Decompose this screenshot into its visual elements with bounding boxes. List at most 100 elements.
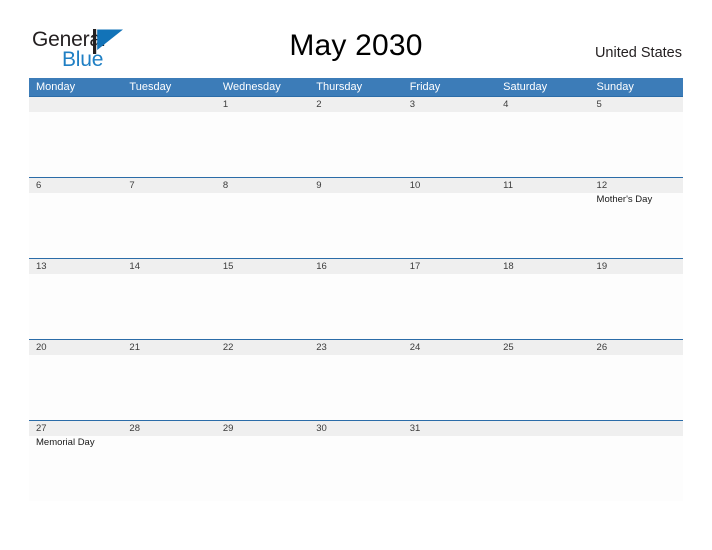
day-cell[interactable] [496, 274, 589, 339]
day-number[interactable]: 22 [216, 340, 309, 355]
day-number[interactable]: 31 [403, 421, 496, 436]
day-number[interactable]: 19 [590, 259, 683, 274]
page-header: General Blue May 2030 United States [0, 0, 712, 78]
day-number[interactable]: 9 [309, 178, 402, 193]
day-cell[interactable] [216, 193, 309, 258]
day-cell[interactable] [122, 193, 215, 258]
day-event: Mother's Day [596, 194, 653, 205]
day-cell[interactable] [403, 274, 496, 339]
week-date-band: 20 21 22 23 24 25 26 [29, 340, 683, 355]
day-cell[interactable] [496, 112, 589, 177]
calendar-week-row: 6 7 8 9 10 11 12 Mother's Day [29, 177, 683, 258]
country-label: United States [594, 45, 682, 61]
day-cell[interactable] [122, 355, 215, 420]
day-number[interactable]: 23 [309, 340, 402, 355]
day-cell[interactable] [122, 274, 215, 339]
day-number[interactable]: 27 [29, 421, 122, 436]
week-event-band [29, 112, 683, 177]
day-number[interactable]: 25 [496, 340, 589, 355]
week-event-band [29, 355, 683, 420]
day-cell[interactable] [496, 193, 589, 258]
day-cell[interactable] [309, 274, 402, 339]
day-number[interactable]: 14 [122, 259, 215, 274]
day-cell[interactable] [403, 193, 496, 258]
day-cell[interactable] [309, 193, 402, 258]
day-number-empty [496, 421, 589, 436]
day-cell[interactable] [403, 112, 496, 177]
weekday-header-sunday: Sunday [596, 81, 634, 93]
day-number[interactable]: 26 [590, 340, 683, 355]
day-cell[interactable] [590, 274, 683, 339]
day-cell[interactable] [29, 193, 122, 258]
day-number[interactable]: 28 [122, 421, 215, 436]
weekday-header-monday: Monday [36, 81, 76, 93]
day-number[interactable]: 17 [403, 259, 496, 274]
weekday-header-row: Monday Tuesday Wednesday Thursday Friday Satu… [29, 78, 683, 96]
day-cell[interactable] [29, 112, 122, 177]
weekday-header-tuesday: Tuesday [129, 81, 172, 93]
day-cell[interactable] [496, 436, 589, 501]
day-number[interactable]: 3 [403, 97, 496, 112]
day-number[interactable]: 15 [216, 259, 309, 274]
calendar-page: General Blue May 2030 United States Mond… [0, 0, 712, 550]
week-event-band: Mother's Day [29, 193, 683, 258]
day-number[interactable]: 20 [29, 340, 122, 355]
day-number[interactable]: 8 [216, 178, 309, 193]
day-number[interactable]: 21 [122, 340, 215, 355]
day-number[interactable]: 24 [403, 340, 496, 355]
day-cell[interactable]: Mother's Day [590, 193, 683, 258]
day-number-empty [29, 97, 122, 112]
day-number[interactable]: 29 [216, 421, 309, 436]
day-number-empty [122, 97, 215, 112]
day-number[interactable]: 5 [590, 97, 683, 112]
weekday-header-friday: Friday [409, 81, 441, 93]
calendar-week-row: 12345 [29, 96, 683, 177]
day-number-empty [590, 421, 683, 436]
day-cell[interactable] [216, 355, 309, 420]
day-cell[interactable] [122, 436, 215, 501]
day-number[interactable]: 18 [496, 259, 589, 274]
day-cell[interactable]: Memorial Day [29, 436, 122, 501]
day-number[interactable]: 12 [590, 178, 683, 193]
day-number[interactable]: 30 [309, 421, 402, 436]
weekday-header-saturday: Saturday [503, 81, 548, 93]
day-cell[interactable] [29, 274, 122, 339]
week-event-band [29, 274, 683, 339]
day-cell[interactable] [309, 436, 402, 501]
day-number[interactable]: 1 [216, 97, 309, 112]
week-date-band: 27 28 29 30 31 [29, 421, 683, 436]
day-cell[interactable] [216, 274, 309, 339]
day-cell[interactable] [496, 355, 589, 420]
day-cell[interactable] [590, 355, 683, 420]
day-cell[interactable] [590, 436, 683, 501]
day-number[interactable]: 11 [496, 178, 589, 193]
weekday-header-wednesday: Wednesday [222, 81, 281, 93]
day-cell[interactable] [309, 355, 402, 420]
calendar-week-row: 20 21 22 23 24 25 26 [29, 339, 683, 420]
day-number[interactable]: 2 [309, 97, 402, 112]
weekday-header-thursday: Thursday [316, 81, 363, 93]
day-cell[interactable] [403, 436, 496, 501]
week-date-band: 12345 [29, 97, 683, 112]
calendar-week-row: 13 14 15 16 17 18 19 [29, 258, 683, 339]
day-cell[interactable] [309, 112, 402, 177]
day-number[interactable]: 6 [29, 178, 122, 193]
calendar-weeks: 1 2 3 4 5 6 7 8 9 10 11 12 Mother's Day 13 14 15 16 17 18 1… [29, 96, 683, 501]
day-event: Memorial Day [36, 437, 95, 448]
day-cell[interactable] [216, 436, 309, 501]
day-number[interactable]: 16 [309, 259, 402, 274]
day-number[interactable]: 4 [496, 97, 589, 112]
week-date-band: 13 14 15 16 17 18 19 [29, 259, 683, 274]
calendar-week-row: 27 28 29 30 31 Memorial Day [29, 420, 683, 501]
week-event-band: Memorial Day [29, 436, 683, 501]
day-number[interactable]: 7 [122, 178, 215, 193]
day-cell[interactable] [403, 355, 496, 420]
day-number[interactable]: 13 [29, 259, 122, 274]
day-cell[interactable] [29, 355, 122, 420]
week-date-band: 6 7 8 9 10 11 12 [29, 178, 683, 193]
day-cell[interactable] [590, 112, 683, 177]
day-number[interactable]: 10 [403, 178, 496, 193]
day-cell[interactable] [122, 112, 215, 177]
calendar-grid: Monday Tuesday Wednesday Thursday Friday Satu… [29, 78, 683, 501]
day-cell[interactable] [216, 112, 309, 177]
